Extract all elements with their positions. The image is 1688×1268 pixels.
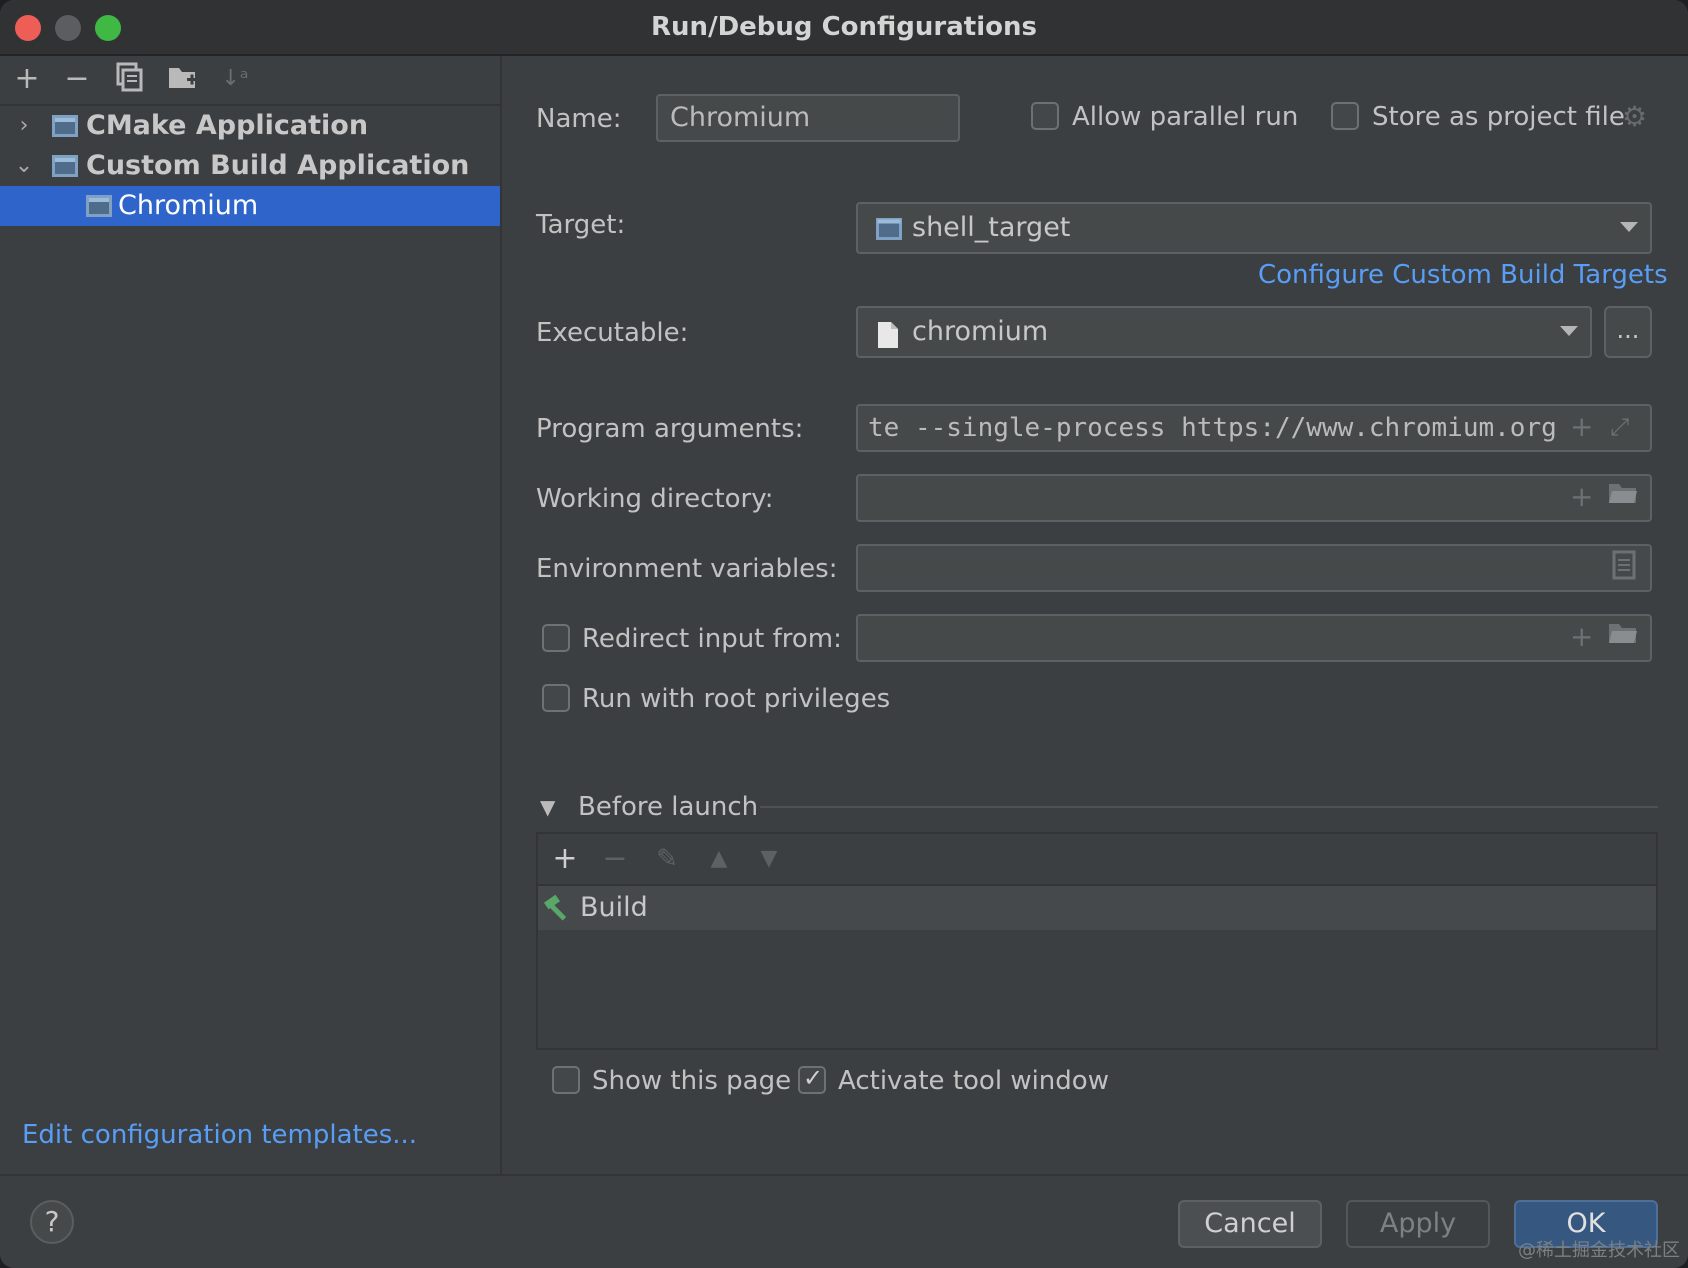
move-up-icon[interactable]: ▲	[702, 842, 736, 876]
target-label: Target:	[536, 210, 626, 240]
add-macro-icon[interactable]: +	[1570, 480, 1593, 514]
add-macro-icon[interactable]: +	[1570, 410, 1593, 444]
dropdown-caret-icon	[1560, 326, 1578, 336]
target-value: shell_target	[912, 212, 1071, 243]
window-title: Run/Debug Configurations	[651, 12, 1037, 42]
store-as-project-file-label: Store as project file	[1372, 102, 1625, 132]
chevron-right-icon[interactable]: ›	[12, 106, 36, 146]
executable-select[interactable]: chromium	[856, 306, 1592, 358]
folder-icon[interactable]	[1608, 480, 1638, 514]
tree-item-custom-build-application[interactable]: ⌄ Custom Build Application	[0, 146, 500, 186]
copy-icon[interactable]	[112, 62, 146, 96]
tree-item-label: CMake Application	[86, 110, 369, 141]
name-input[interactable]: Chromium	[656, 94, 960, 142]
store-as-project-file-checkbox[interactable]	[1331, 102, 1359, 130]
expand-icon[interactable]: ⤢	[1610, 410, 1629, 444]
target-icon	[876, 217, 902, 245]
redirect-input-field[interactable]	[856, 614, 1652, 662]
show-this-page-label: Show this page	[592, 1066, 792, 1096]
working-directory-input[interactable]	[856, 474, 1652, 522]
activate-tool-window-label: Activate tool window	[838, 1066, 1109, 1096]
gear-icon[interactable]: ⚙	[1622, 100, 1647, 134]
program-arguments-input[interactable]: te --single-process https://www.chromium…	[856, 404, 1652, 452]
configure-custom-build-targets-link[interactable]: Configure Custom Build Targets	[1258, 260, 1668, 290]
collapse-triangle-icon[interactable]: ▼	[540, 790, 555, 824]
activate-tool-window-checkbox[interactable]	[798, 1064, 826, 1094]
before-launch-toolbar: + − ✎ ▲ ▼	[538, 834, 1656, 886]
allow-parallel-run-checkbox[interactable]	[1031, 102, 1059, 130]
watermark: @稀土掘金技术社区	[1518, 1240, 1680, 1261]
before-launch-task-build[interactable]: Build	[538, 886, 1656, 930]
environment-variables-input[interactable]	[856, 544, 1652, 592]
before-launch-title: Before launch	[578, 792, 759, 822]
show-this-page-checkbox[interactable]	[552, 1066, 580, 1094]
apply-button[interactable]: Apply	[1346, 1200, 1490, 1248]
run-with-root-privileges-label: Run with root privileges	[582, 684, 891, 714]
environment-variables-label: Environment variables:	[536, 554, 838, 584]
config-type-icon	[52, 155, 78, 177]
edit-task-icon[interactable]: ✎	[650, 842, 684, 876]
folder-icon[interactable]	[1608, 620, 1638, 654]
run-with-root-privileges-checkbox[interactable]	[542, 684, 570, 712]
chevron-down-icon[interactable]: ⌄	[12, 146, 36, 186]
help-button[interactable]: ?	[30, 1200, 74, 1244]
tree-item-label: Chromium	[118, 190, 259, 221]
allow-parallel-run-label: Allow parallel run	[1072, 102, 1299, 132]
tree-item-chromium[interactable]: Chromium	[0, 186, 500, 226]
target-select[interactable]: shell_target	[856, 202, 1652, 254]
dialog-button-bar: ? Cancel Apply OK @稀土掘金技术社区	[0, 1174, 1688, 1268]
remove-icon[interactable]: −	[60, 62, 94, 96]
dropdown-caret-icon	[1620, 222, 1638, 232]
sort-icon[interactable]: ↓ᵃ	[218, 62, 252, 96]
browse-executable-button[interactable]: ...	[1604, 306, 1652, 358]
run-debug-configurations-window: Run/Debug Configurations + − ↓ᵃ › CMake …	[0, 0, 1688, 1268]
file-icon	[876, 321, 900, 353]
executable-value: chromium	[912, 316, 1049, 347]
before-launch-panel: + − ✎ ▲ ▼ Build	[536, 832, 1658, 1050]
section-divider	[760, 806, 1658, 808]
executable-label: Executable:	[536, 318, 689, 348]
tree-item-label: Custom Build Application	[86, 150, 470, 181]
add-macro-icon[interactable]: +	[1570, 620, 1593, 654]
cancel-button[interactable]: Cancel	[1178, 1200, 1322, 1248]
hammer-icon	[542, 892, 574, 928]
redirect-input-checkbox[interactable]	[542, 624, 570, 652]
name-label: Name:	[536, 104, 622, 134]
add-task-icon[interactable]: +	[548, 842, 582, 876]
edit-environment-icon[interactable]	[1612, 550, 1636, 588]
move-down-icon[interactable]: ▼	[752, 842, 786, 876]
tree-item-cmake-application[interactable]: › CMake Application	[0, 106, 500, 146]
add-icon[interactable]: +	[10, 62, 44, 96]
edit-configuration-templates-link[interactable]: Edit configuration templates...	[22, 1120, 417, 1150]
title-bar: Run/Debug Configurations	[0, 0, 1688, 56]
folder-add-icon[interactable]	[166, 62, 200, 96]
config-icon	[86, 195, 112, 217]
program-arguments-label: Program arguments:	[536, 414, 804, 444]
config-type-icon	[52, 115, 78, 137]
task-label: Build	[580, 892, 648, 923]
working-directory-label: Working directory:	[536, 484, 774, 514]
redirect-input-label: Redirect input from:	[582, 624, 842, 654]
remove-task-icon[interactable]: −	[598, 842, 632, 876]
